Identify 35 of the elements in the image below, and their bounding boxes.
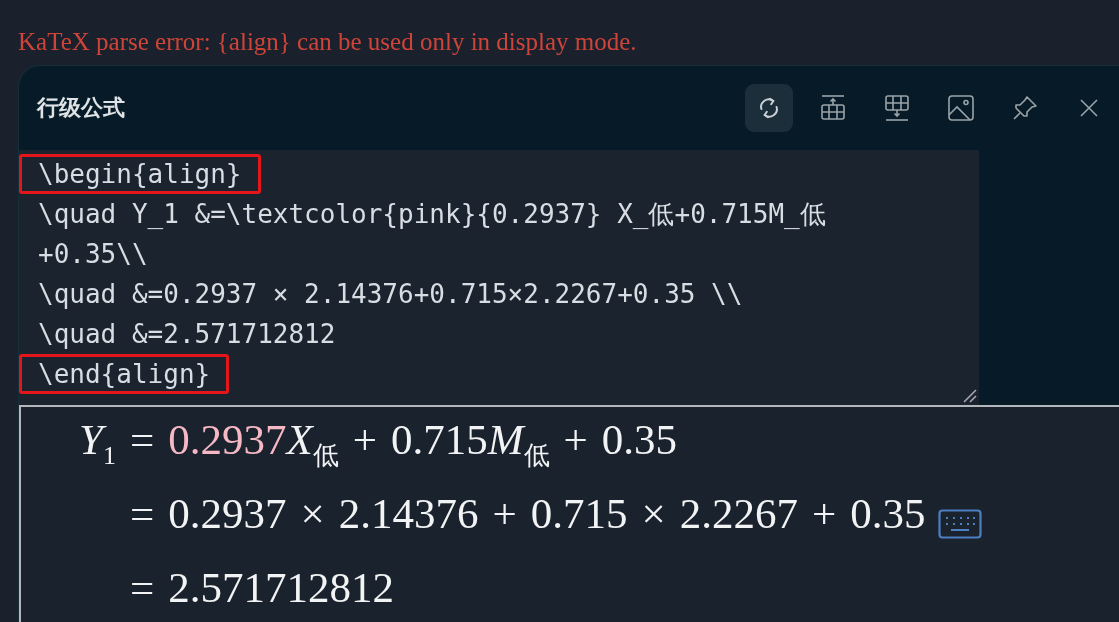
- math-symbol: ×: [300, 489, 325, 538]
- image-icon: [947, 94, 975, 122]
- math-symbol: ×: [641, 489, 666, 538]
- math-symbol: +: [492, 489, 517, 538]
- math-symbol: 2.14376: [338, 489, 479, 538]
- math-symbol: M$_{低}$: [487, 415, 550, 472]
- refresh-button[interactable]: [745, 84, 793, 132]
- math-symbol: 0.715: [530, 489, 628, 538]
- code-line: \quad Y_1 &=\textcolor{pink}{0.2937} X_低+0.715M_低: [37, 197, 827, 231]
- pin-icon: [1011, 94, 1039, 122]
- table-insert-above-icon: [819, 94, 847, 122]
- code-line: +0.35\\: [37, 238, 149, 271]
- code-editor[interactable]: \begin{align} \quad Y_1 &=\textcolor{pink}{0.2937} X_低+0.715M_低 +0.35\\ \quad &=0.2937 × 2.14376+0.715×2.2267+0.35 \\ \quad &=2.571712812 \end{align}: [19, 150, 979, 405]
- math-symbol: +: [352, 415, 377, 464]
- math-symbol: X$_{低}$: [286, 415, 339, 472]
- math-symbol: 0.715: [391, 415, 488, 464]
- math-symbol: 2.2267: [679, 489, 798, 538]
- error-message: KaTeX parse error: {align} can be used only in display mode.: [17, 28, 638, 57]
- panel-title: 行级公式: [37, 94, 125, 122]
- math-symbol: 0.35: [850, 489, 926, 538]
- math-symbol: 2.571712812: [168, 563, 394, 612]
- math-symbol: =: [129, 489, 155, 538]
- math-symbol: +: [812, 489, 837, 538]
- math-symbol: +: [563, 415, 588, 464]
- math-symbol: 0.2937: [168, 489, 287, 538]
- math-symbol: =: [129, 415, 155, 464]
- code-line: \quad &=0.2937 × 2.14376+0.715×2.2267+0.35 \\: [37, 278, 744, 311]
- math-symbol: 0.2937: [168, 415, 287, 464]
- code-line: \quad &=2.571712812: [37, 318, 337, 351]
- math-symbol: 0.35: [601, 415, 678, 464]
- math-symbol: Y$_{1}$: [79, 415, 116, 471]
- resize-handle-icon[interactable]: [963, 389, 977, 403]
- math-symbol: =: [129, 563, 155, 612]
- table-insert-below-icon: [883, 94, 911, 122]
- keyboard-icon[interactable]: [937, 509, 982, 539]
